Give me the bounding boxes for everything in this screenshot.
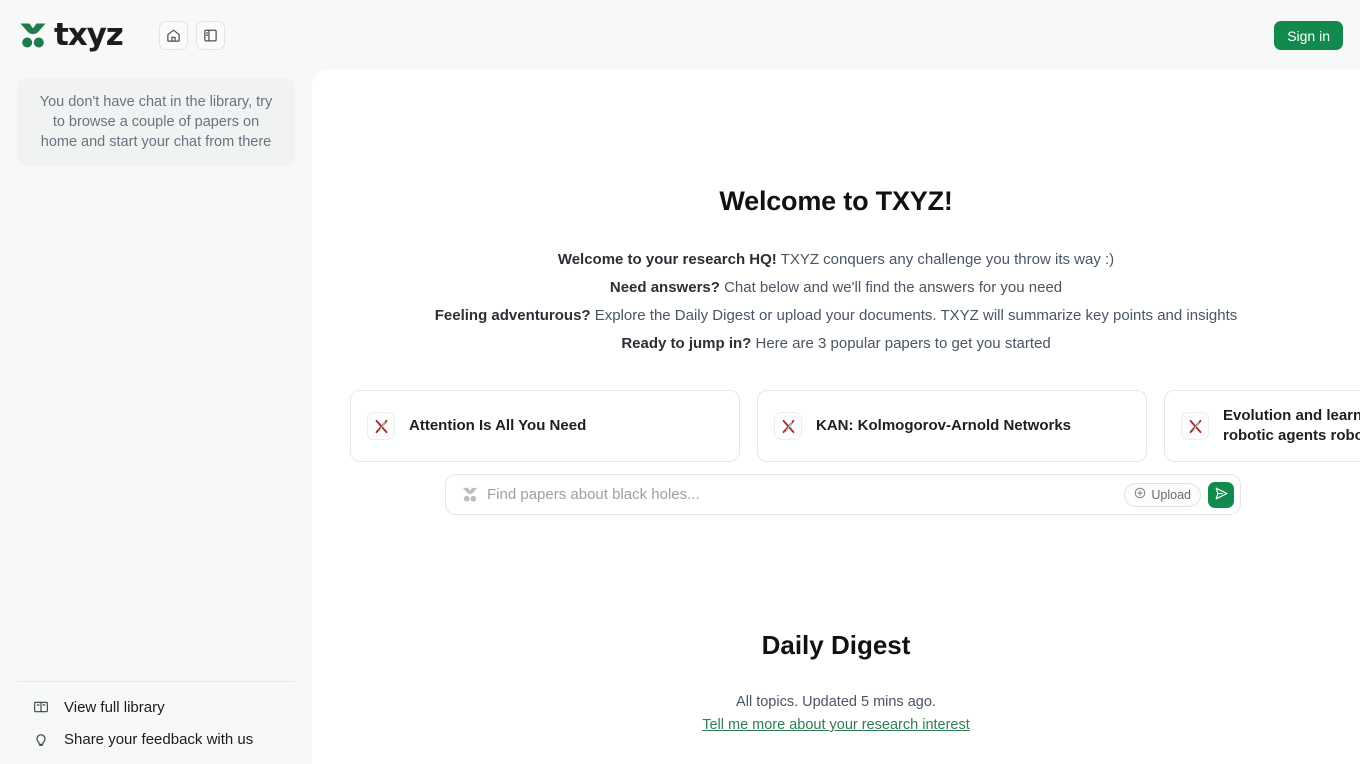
intro-line: Welcome to your research HQ! TXYZ conque… bbox=[312, 246, 1360, 274]
plus-circle-icon bbox=[1134, 487, 1146, 502]
intro-line-rest: Explore the Daily Digest or upload your … bbox=[590, 307, 1238, 324]
daily-digest-title: Daily Digest bbox=[761, 630, 911, 660]
paper-card[interactable]: KAN: Kolmogorov-Arnold Networks bbox=[757, 390, 1147, 462]
intro-line-bold: Need answers? bbox=[609, 279, 720, 296]
upload-label: Upload bbox=[1151, 487, 1191, 502]
sidebar-item-view-full-library[interactable]: View full library bbox=[0, 691, 312, 723]
main-content-panel: Welcome to TXYZ! Welcome to your researc… bbox=[312, 70, 1360, 764]
intro-line-rest: Chat below and we'll find the answers fo… bbox=[719, 279, 1063, 296]
daily-digest-link-row: Tell me more about your research interes… bbox=[312, 716, 1360, 734]
lightbulb-icon bbox=[33, 731, 49, 747]
sign-in-button[interactable]: Sign in bbox=[1274, 21, 1343, 50]
sidebar-panel-icon bbox=[203, 28, 218, 43]
book-icon bbox=[33, 699, 49, 715]
send-icon bbox=[1214, 486, 1229, 504]
intro-line-rest: TXYZ conquers any challenge you throw it… bbox=[776, 251, 1115, 268]
page-title: Welcome to TXYZ! bbox=[719, 186, 953, 216]
intro-line: Feeling adventurous? Explore the Daily D… bbox=[312, 302, 1360, 330]
sidebar: You don't have chat in the library, try … bbox=[0, 70, 312, 764]
intro-line: Ready to jump in? Here are 3 popular pap… bbox=[312, 330, 1360, 358]
sidebar-empty-message: You don't have chat in the library, try … bbox=[17, 78, 295, 166]
sidebar-item-label: Share your feedback with us bbox=[64, 730, 254, 748]
home-icon bbox=[166, 28, 181, 43]
daily-digest-subtitle: All topics. Updated 5 mins ago. bbox=[736, 694, 936, 710]
intro-line-bold: Feeling adventurous? bbox=[434, 307, 591, 324]
sidebar-item-share-feedback[interactable]: Share your feedback with us bbox=[0, 723, 312, 755]
daily-digest-section: Daily Digest All topics. Updated 5 mins … bbox=[312, 630, 1360, 734]
popular-papers-row: Attention Is All You Need KAN: Kolmogoro… bbox=[350, 390, 1360, 462]
paper-title: Evolution and learning in autonomous rob… bbox=[1223, 407, 1360, 444]
toggle-sidebar-button[interactable] bbox=[195, 20, 225, 50]
txyz-mark-icon bbox=[462, 487, 478, 502]
brand-logo[interactable]: txyz bbox=[19, 15, 124, 55]
txyz-logo-icon bbox=[19, 22, 47, 48]
research-interest-link[interactable]: Tell me more about your research interes… bbox=[702, 717, 970, 733]
upload-button[interactable]: Upload bbox=[1124, 482, 1201, 507]
intro-text-block: Welcome to your research HQ! TXYZ conque… bbox=[312, 246, 1360, 358]
intro-line-bold: Welcome to your research HQ! bbox=[557, 251, 777, 268]
intro-line-rest: Here are 3 popular papers to get you sta… bbox=[751, 335, 1051, 352]
sidebar-divider bbox=[17, 681, 295, 682]
chat-search-bar[interactable]: Upload bbox=[445, 474, 1241, 515]
search-input[interactable] bbox=[487, 486, 1125, 503]
arxiv-icon bbox=[1181, 412, 1209, 440]
paper-card[interactable]: Evolution and learning in autonomous rob… bbox=[1164, 390, 1360, 462]
arxiv-icon bbox=[774, 412, 802, 440]
top-nav-buttons bbox=[158, 20, 225, 50]
paper-card[interactable]: Attention Is All You Need bbox=[350, 390, 740, 462]
sidebar-footer: View full library Share your feedback wi… bbox=[0, 681, 312, 764]
intro-line: Need answers? Chat below and we'll find … bbox=[312, 274, 1360, 302]
paper-title: KAN: Kolmogorov-Arnold Networks bbox=[816, 417, 1071, 434]
intro-line-bold: Ready to jump in? bbox=[621, 335, 752, 352]
top-bar: txyz Sign in bbox=[0, 0, 1360, 70]
arxiv-icon bbox=[367, 412, 395, 440]
send-button[interactable] bbox=[1208, 481, 1234, 508]
home-button[interactable] bbox=[158, 20, 188, 50]
paper-title: Attention Is All You Need bbox=[409, 417, 587, 434]
brand-name: txyz bbox=[54, 16, 124, 53]
welcome-hero: Welcome to TXYZ! Welcome to your researc… bbox=[312, 70, 1360, 358]
sidebar-item-label: View full library bbox=[64, 698, 165, 716]
